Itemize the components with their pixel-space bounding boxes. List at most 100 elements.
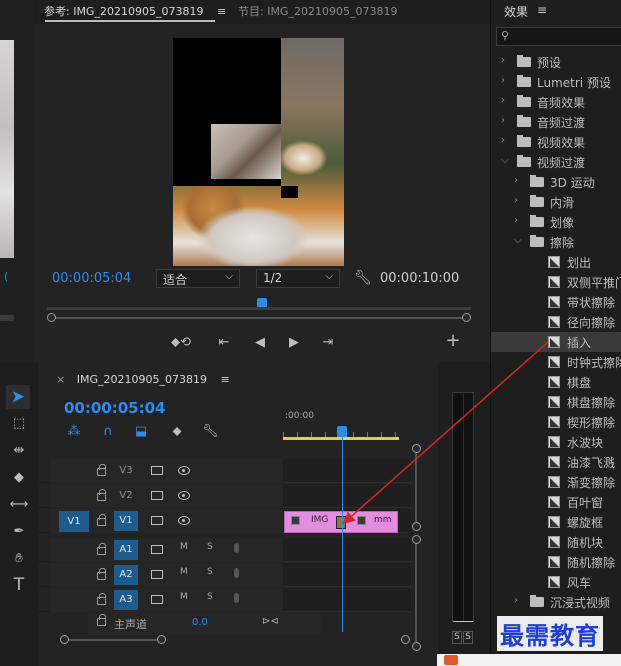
sync-lock-icon[interactable] [151, 516, 163, 525]
effects-tree-item[interactable]: 楔形擦除 [491, 412, 621, 432]
close-icon[interactable]: × [56, 373, 65, 386]
chevron-down-icon[interactable]: ⌵ [514, 235, 522, 246]
vscroll-handle-bottom[interactable] [412, 642, 421, 651]
effects-tree-item[interactable]: 螺旋框 [491, 512, 621, 532]
transition-marker[interactable] [336, 516, 346, 529]
video-clip[interactable]: IMG mm [284, 511, 398, 533]
effects-tree-item[interactable]: › 沉浸式视频 [491, 592, 621, 612]
audio-sync-lock-icon[interactable] [151, 545, 163, 554]
timeline-settings-icon[interactable]: 🔧︎ [202, 424, 219, 440]
timeline-timecode[interactable]: 00:00:05:04 [64, 399, 166, 417]
chevron-right-icon[interactable]: › [514, 215, 518, 226]
track-lane[interactable] [283, 563, 411, 587]
track-lane[interactable] [283, 588, 411, 612]
solo-button[interactable]: S [207, 542, 213, 552]
hand-tool-icon[interactable]: ✋︎ [9, 551, 29, 567]
mute-button[interactable]: M [180, 567, 188, 577]
microphone-icon[interactable] [234, 568, 239, 578]
chevron-right-icon[interactable]: › [501, 115, 505, 126]
effects-tree-item[interactable]: › 划像 [491, 212, 621, 232]
razor-tool-icon[interactable]: ◆ [9, 470, 29, 486]
track-name[interactable]: V3 [114, 461, 138, 481]
hamburger-menu-icon[interactable]: ≡ [220, 373, 229, 386]
resolution-select[interactable]: 1/2 ⌵ [256, 269, 340, 288]
track-name[interactable]: V2 [114, 486, 138, 506]
eye-icon[interactable] [178, 466, 190, 475]
audio-sync-lock-icon[interactable] [151, 570, 163, 579]
chevron-right-icon[interactable]: › [514, 175, 518, 186]
marker-icon[interactable]: ⬥ [169, 424, 185, 440]
tab-program[interactable]: 节目: IMG_20210905_073819 [238, 3, 397, 19]
effects-tree-item[interactable]: 双侧平推门 [491, 272, 621, 292]
chevron-down-icon[interactable]: ⌵ [501, 155, 509, 166]
effects-tree-item[interactable]: 带状擦除 [491, 292, 621, 312]
mute-button[interactable]: M [180, 592, 188, 602]
step-forward-icon[interactable]: ▶︎ [286, 335, 302, 351]
effects-tree-item[interactable]: 径向擦除 [491, 312, 621, 332]
chevron-right-icon[interactable]: › [514, 595, 518, 606]
effects-tree-item[interactable]: 油漆飞溅 [491, 452, 621, 472]
microphone-icon[interactable] [234, 593, 239, 603]
scrub-bar[interactable] [47, 307, 471, 310]
eye-icon[interactable] [178, 491, 190, 500]
hscroll-handle-mid[interactable] [157, 635, 166, 644]
lock-icon[interactable] [97, 543, 106, 555]
effects-tree-item[interactable]: ⌵ 擦除 [491, 232, 621, 252]
master-lock-icon[interactable] [97, 614, 106, 626]
hscroll-handle-left[interactable] [60, 635, 69, 644]
track-lane[interactable] [283, 459, 411, 483]
microphone-icon[interactable] [234, 543, 239, 553]
zoom-handle-right[interactable] [462, 313, 471, 322]
hamburger-menu-icon[interactable]: ≡ [217, 5, 226, 18]
effects-tree-item[interactable]: › 3D 运动 [491, 172, 621, 192]
effects-tree-item[interactable]: 水波块 [491, 432, 621, 452]
source-scrubber-stub[interactable] [0, 315, 14, 321]
track-select-tool-icon[interactable]: ⬚︎ [9, 416, 29, 432]
effects-tree-item[interactable]: › 预设 [491, 52, 621, 72]
effects-tree-item[interactable]: 时钟式擦除 [491, 352, 621, 372]
add-marker-icon[interactable]: ⬓ [133, 424, 149, 440]
mute-button[interactable]: M [180, 542, 188, 552]
chevron-right-icon[interactable]: › [501, 55, 505, 66]
effects-tree-item[interactable]: 插入 [491, 332, 621, 352]
effects-tree-item[interactable]: 划出 [491, 252, 621, 272]
track-lane[interactable] [283, 484, 411, 508]
effects-tree-item[interactable]: › 音频过渡 [491, 112, 621, 132]
zoom-bar[interactable] [47, 313, 471, 322]
snap-icon[interactable]: ⁂ [66, 424, 82, 440]
effects-tree-item[interactable]: 随机擦除 [491, 552, 621, 572]
solo-left-button[interactable]: S [452, 631, 462, 644]
effects-tree-item[interactable]: 风车 [491, 572, 621, 592]
hscroll-handle-right[interactable] [401, 635, 410, 644]
linked-selection-icon[interactable]: ∩ [100, 424, 116, 440]
sync-lock-icon[interactable] [151, 466, 163, 475]
master-volume-value[interactable]: 0.0 [192, 617, 208, 628]
effects-tree-item[interactable]: 随机块 [491, 532, 621, 552]
eye-icon[interactable] [178, 516, 190, 525]
wrench-icon[interactable]: 🔧︎ [354, 270, 372, 286]
effects-tree-item[interactable]: 棋盘擦除 [491, 392, 621, 412]
go-to-end-icon[interactable]: ⊳⊲ [262, 616, 279, 627]
effects-tree-item[interactable]: 棋盘 [491, 372, 621, 392]
current-timecode[interactable]: 00:00:05:04 [52, 271, 131, 286]
effects-tree-item[interactable]: ⌵ 视频过渡 [491, 152, 621, 172]
track-name[interactable]: A1 [114, 540, 138, 560]
source-patch-v1[interactable]: V1 [59, 511, 89, 532]
pen-tool-icon[interactable]: ✒︎ [9, 524, 29, 540]
chevron-right-icon[interactable]: › [501, 135, 505, 146]
step-back-icon[interactable]: ◀︎ [252, 335, 268, 351]
chevron-right-icon[interactable]: › [514, 195, 518, 206]
solo-button[interactable]: S [207, 567, 213, 577]
effects-tree-item[interactable]: › 内滑 [491, 192, 621, 212]
time-ruler[interactable]: :00:00 [283, 408, 413, 440]
track-lane[interactable] [283, 538, 411, 562]
timeline-tab[interactable]: × IMG_20210905_073819 ≡ [56, 373, 230, 386]
hamburger-menu-icon[interactable]: ≡ [537, 3, 547, 17]
go-to-in-icon[interactable]: ⇤ [216, 335, 232, 351]
timeline-horizontal-scrollbar[interactable] [60, 635, 410, 645]
audio-sync-lock-icon[interactable] [151, 595, 163, 604]
lock-icon[interactable] [97, 514, 106, 526]
go-to-out-icon[interactable]: ⇥ [320, 335, 336, 351]
work-area-bar[interactable] [283, 437, 399, 440]
tab-source-reference[interactable]: 参考: IMG_20210905_073819 ≡ [44, 3, 226, 21]
